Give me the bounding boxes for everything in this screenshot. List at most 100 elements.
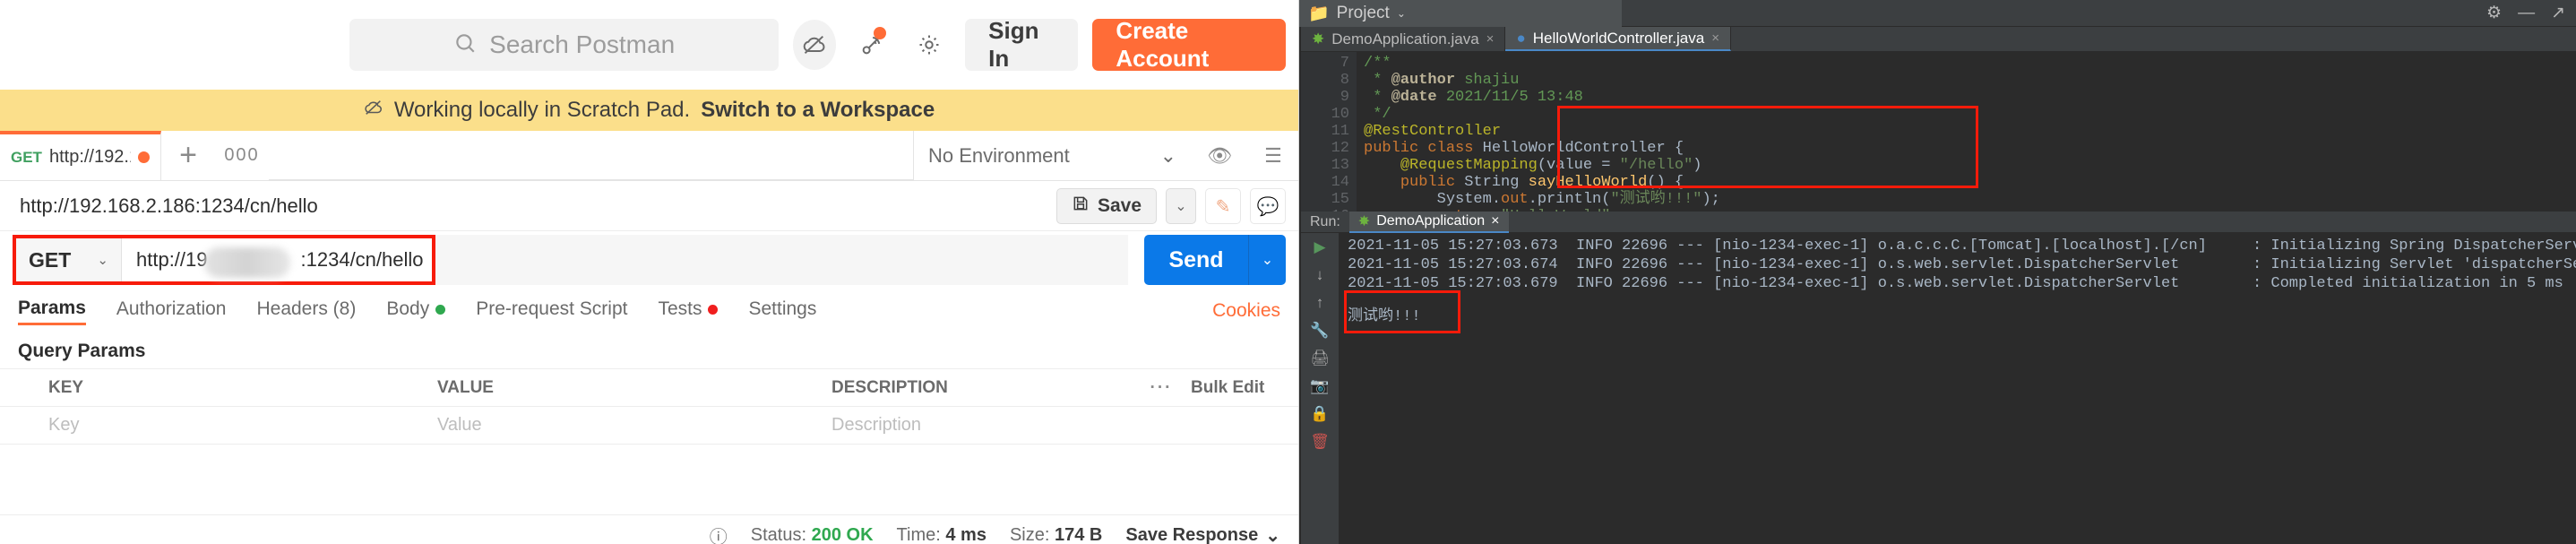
request-tab[interactable]: GET http://192.168.2.18...	[0, 131, 161, 180]
close-icon[interactable]: ×	[1486, 31, 1495, 47]
layers-icon[interactable]: ☰	[1264, 144, 1282, 168]
run-icon[interactable]: ▶	[1314, 238, 1325, 256]
create-account-button[interactable]: Create Account	[1092, 17, 1286, 72]
console-toolbar: ▶ ↓ ↑ 🔧 🖨 📷 🔒 🗑	[1301, 233, 1339, 544]
gutter-line-13[interactable]: 13	[1301, 157, 1349, 174]
code-token: "/hello"	[1619, 157, 1693, 174]
trash-icon[interactable]: 🗑	[1310, 433, 1330, 451]
save-button[interactable]: Save	[1055, 188, 1157, 224]
info-icon[interactable]: ⓘ	[710, 522, 728, 544]
code-line-11: @RestController	[1357, 123, 2576, 140]
status-label: Status:	[750, 524, 807, 544]
new-tab-button[interactable]: +	[161, 131, 215, 180]
code-token: shajiu	[1455, 72, 1520, 89]
gutter-line-10[interactable]: 10	[1301, 106, 1349, 123]
toolwindow-actions: ⚙ — ↗	[2486, 3, 2576, 23]
lock-icon[interactable]: 🔒	[1310, 405, 1329, 423]
gutter-line-8[interactable]: 8	[1301, 72, 1349, 89]
banner-text: Working locally in Scratch Pad.	[393, 98, 691, 122]
run-tab-demoapplication[interactable]: ✸ DemoApplication ×	[1348, 211, 1509, 233]
code-token: HelloWorldController	[1482, 140, 1666, 157]
environment-selector[interactable]: No Environment ⌄	[913, 131, 1191, 180]
tab-method: GET	[11, 148, 42, 166]
gutter-line-11[interactable]: 11	[1301, 123, 1349, 140]
wrench-icon[interactable]: 🔧	[1310, 322, 1329, 340]
gutter-line-7[interactable]: 7	[1301, 55, 1349, 72]
save-response-button[interactable]: Save Response ⌄	[1125, 524, 1280, 544]
close-icon[interactable]: ×	[1491, 213, 1499, 229]
switch-workspace-link[interactable]: Switch to a Workspace	[701, 98, 935, 123]
tab-body[interactable]: Body	[386, 298, 446, 324]
code-token: @author	[1391, 72, 1456, 89]
row-value[interactable]: Value	[437, 415, 831, 436]
tab-authorization[interactable]: Authorization	[116, 298, 227, 324]
up-arrow-icon[interactable]: ↑	[1316, 294, 1324, 312]
project-vertical-tab[interactable]: Project	[1299, 27, 1326, 544]
search-input[interactable]: Search Postman	[349, 19, 780, 71]
unsaved-dot	[138, 151, 150, 163]
code-token: *	[1364, 72, 1391, 89]
sign-in-button[interactable]: Sign In	[965, 17, 1079, 72]
tab-more-button[interactable]: 000	[215, 131, 269, 180]
cookies-link[interactable]: Cookies	[1212, 300, 1280, 322]
idea-body: Project ▾▣SpringBootE:\Java_Projects\dev…	[1299, 27, 2576, 544]
pencil-icon[interactable]: ✎	[1205, 188, 1241, 224]
code-token: @RestController	[1364, 123, 1502, 140]
gutter-line-16[interactable]: 16	[1301, 208, 1349, 212]
tab-settings-label: Settings	[748, 298, 817, 319]
satellite-icon[interactable]	[850, 20, 893, 70]
down-arrow-icon[interactable]: ↓	[1316, 266, 1324, 284]
eye-icon[interactable]: 👁	[1207, 144, 1232, 168]
code-token: String	[1464, 174, 1529, 191]
hide-icon[interactable]: ↗	[2551, 3, 2565, 23]
editor-gutter[interactable]: 78910111213141516171819	[1301, 52, 1357, 212]
method-select[interactable]: GET ⌄	[16, 238, 122, 281]
gutter-line-15[interactable]: 15	[1301, 191, 1349, 208]
bulk-edit-button[interactable]: Bulk Edit	[1191, 378, 1298, 398]
camera-icon[interactable]: 📷	[1310, 377, 1329, 395]
row-description[interactable]: Description	[831, 415, 1132, 436]
code-token: (value =	[1537, 157, 1620, 174]
send-button[interactable]: Send	[1144, 235, 1248, 285]
project-tool-button[interactable]: 📁 Project ⌄	[1299, 0, 1622, 27]
minimize-icon[interactable]: —	[2518, 4, 2535, 23]
gutter-line-14[interactable]: 14	[1301, 174, 1349, 191]
print-icon[interactable]: 🖨	[1310, 350, 1330, 367]
postman-header: Search Postman Sign In Create Account	[0, 0, 1298, 90]
time-label: Time:	[896, 524, 941, 544]
table-more-button[interactable]: ···	[1132, 378, 1191, 398]
tab-pre-request-script[interactable]: Pre-request Script	[476, 298, 627, 324]
app-root: Search Postman Sign In Create Account Wo…	[0, 0, 2576, 544]
close-icon[interactable]: ×	[1711, 30, 1719, 46]
gear-icon[interactable]: ⚙	[2486, 3, 2502, 23]
editor-tab-helloworldcontroller[interactable]: ● HelloWorldController.java ×	[1505, 27, 1731, 51]
cloud-offline-icon[interactable]	[793, 20, 837, 70]
tab-tests[interactable]: Tests	[658, 298, 719, 324]
code-editor[interactable]: 78910111213141516171819 /** * @author sh…	[1301, 52, 2576, 212]
editor-code[interactable]: /** * @author shajiu * @date 2021/11/5 1…	[1357, 52, 2576, 212]
url-input[interactable]: http://19 :1234/cn/hello	[122, 238, 432, 281]
gutter-line-9[interactable]: 9	[1301, 89, 1349, 106]
postman-window: Search Postman Sign In Create Account Wo…	[0, 0, 1299, 544]
tab-headers[interactable]: Headers (8)	[256, 298, 356, 324]
tab-params[interactable]: Params	[18, 298, 86, 325]
cloud-slash-icon	[364, 98, 383, 124]
row-key[interactable]: Key	[43, 415, 437, 436]
save-caret-button[interactable]: ⌄	[1166, 188, 1196, 224]
table-row[interactable]: Key Value Description	[0, 407, 1298, 445]
gear-icon[interactable]	[908, 20, 951, 70]
editor-tab-helloworldcontroller-label: HelloWorldController.java	[1532, 29, 1705, 47]
editor-tab-demoapplication[interactable]: ✸ DemoApplication.java ×	[1301, 27, 1506, 51]
comment-icon[interactable]: 💬	[1250, 188, 1286, 224]
floppy-icon	[1072, 194, 1090, 218]
code-token: return	[1437, 208, 1501, 212]
send-options-button[interactable]: ⌄	[1248, 235, 1286, 285]
tab-settings[interactable]: Settings	[748, 298, 816, 324]
run-console[interactable]: ▶ ↓ ↑ 🔧 🖨 📷 🔒 🗑 2021-11-05 15:27:03.673 …	[1301, 233, 2576, 544]
table-header-row: KEY VALUE DESCRIPTION ··· Bulk Edit	[0, 369, 1298, 407]
gutter-line-12[interactable]: 12	[1301, 140, 1349, 157]
code-line-7: /**	[1357, 55, 2576, 72]
springboot-icon: ✸	[1357, 213, 1371, 229]
